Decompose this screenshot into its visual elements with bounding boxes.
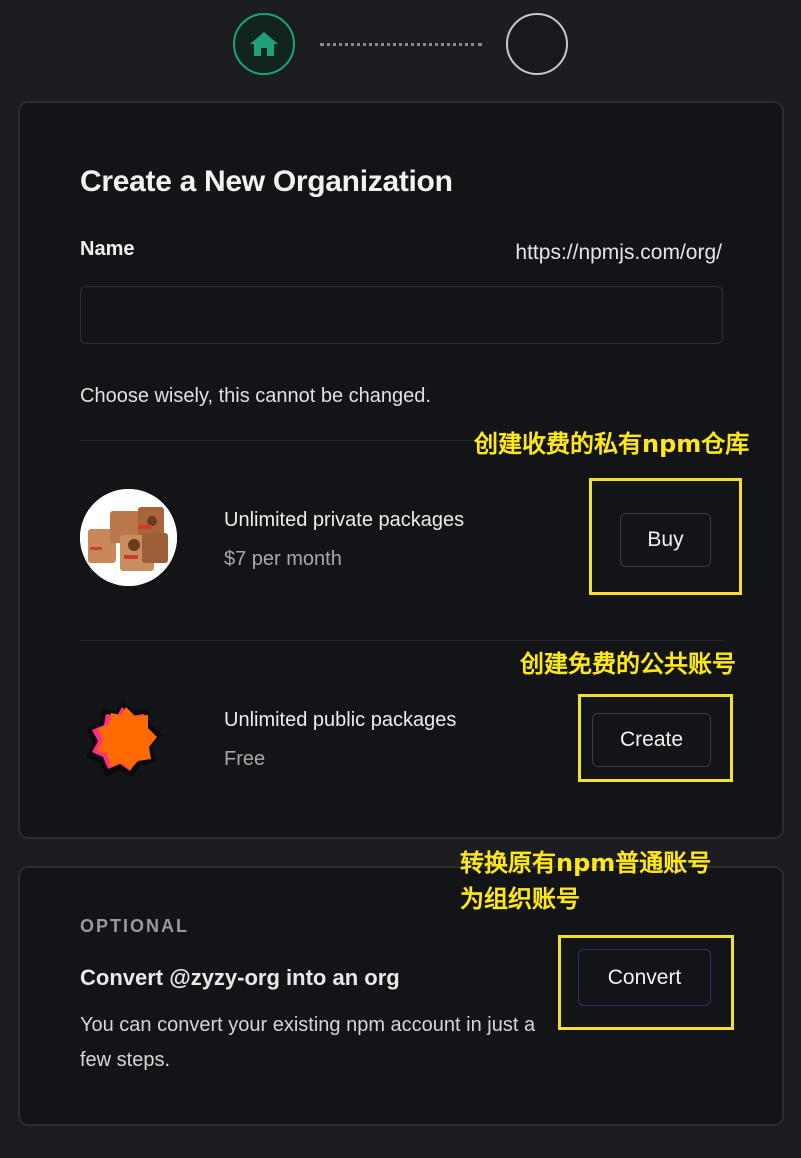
annotation-convert-line1: 转换原有npm普通账号 [460,849,712,877]
highlight-box-convert [558,935,734,1030]
annotation-convert-line2: 为组织账号 [460,885,580,913]
boxes-avatar-icon [80,489,177,586]
name-hint: Choose wisely, this cannot be changed. [80,385,431,407]
orange-blob-icon [78,695,168,785]
page-title: Create a New Organization [80,165,453,198]
plan-public-price: Free [224,748,266,770]
annotation-convert: 转换原有npm普通账号 为组织账号 [460,845,711,917]
highlight-box-buy [589,478,742,595]
home-icon [250,32,278,56]
convert-description: You can convert your existing npm accoun… [80,1014,536,1071]
optional-label: OPTIONAL [80,916,189,936]
annotation-create: 创建免费的公共账号 [520,650,736,678]
org-url-prefix: https://npmjs.com/org/ [515,241,722,264]
plan-public-title: Unlimited public packages [224,709,457,731]
annotation-buy: 创建收费的私有npm仓库 [474,430,750,458]
step-home[interactable] [233,13,295,75]
step-connector [320,43,482,46]
convert-title: Convert @zyzy-org into an org [80,965,400,990]
plan-private-price: $7 per month [224,548,342,570]
divider [80,640,724,641]
progress-stepper [0,0,801,92]
plan-private-title: Unlimited private packages [224,509,465,531]
highlight-box-create [578,694,733,782]
step-next [506,13,568,75]
name-label: Name [80,238,135,260]
org-name-input[interactable] [80,286,723,344]
